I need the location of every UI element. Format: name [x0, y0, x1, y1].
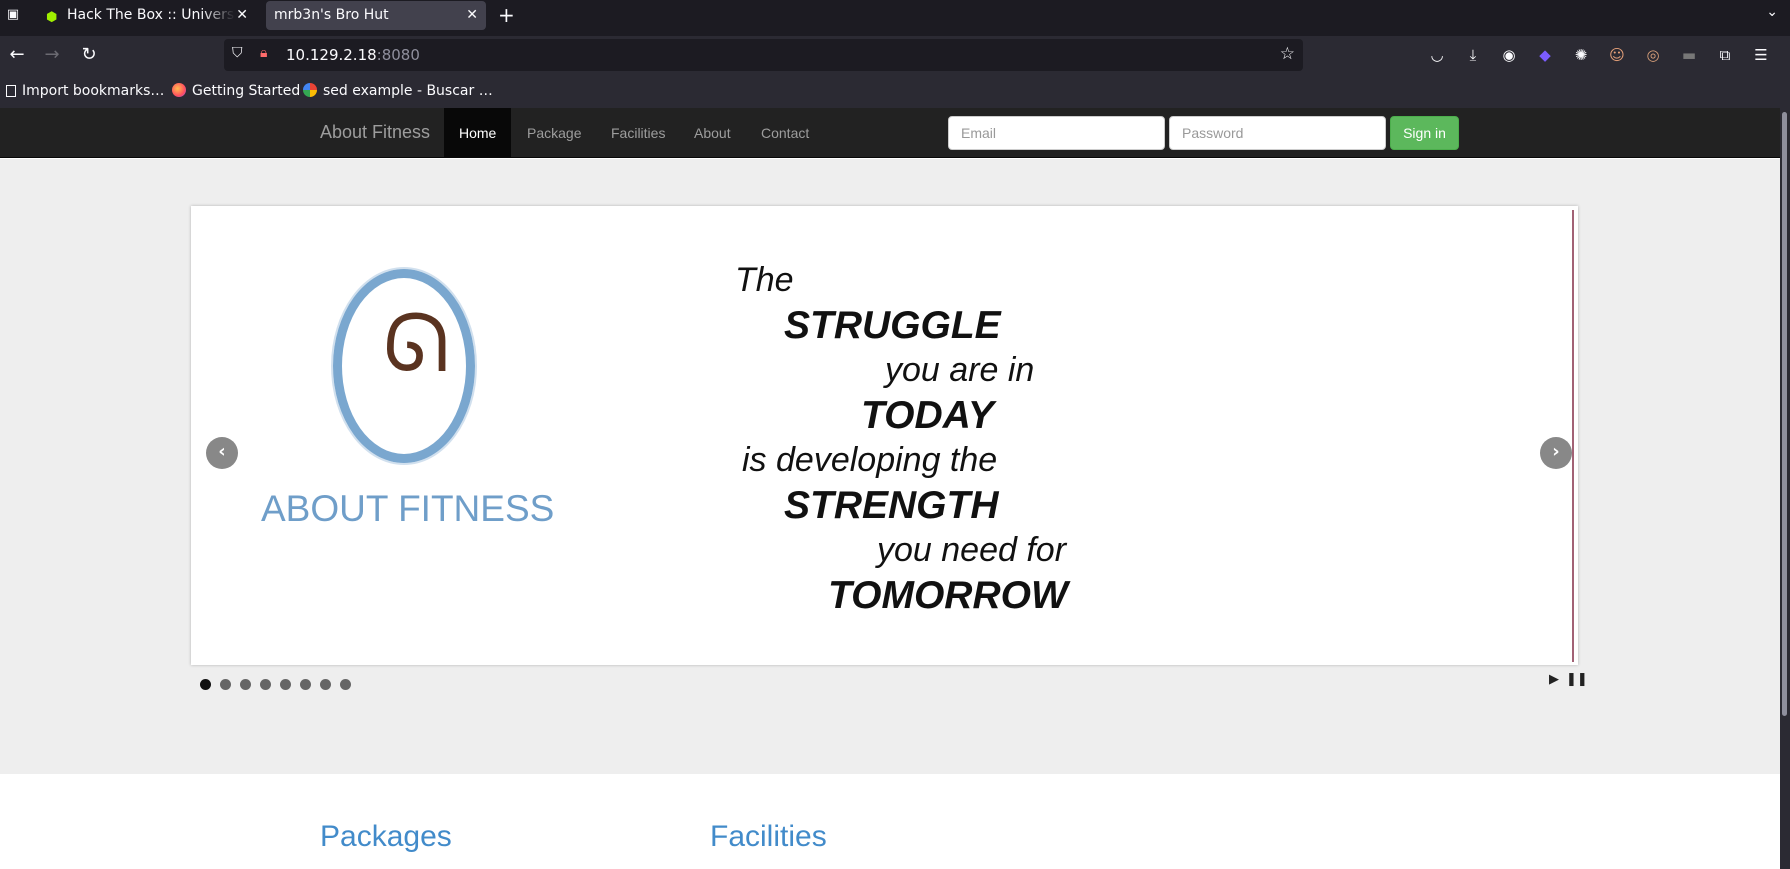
site-brand[interactable]: About Fitness — [320, 122, 430, 143]
tab-title: Hack The Box :: Universities — [67, 7, 235, 23]
carousel-next-icon[interactable]: › — [1540, 437, 1572, 469]
bookmarks-toolbar: Import bookmarks… Getting Started sed ex… — [0, 76, 1790, 108]
extension-hat-icon[interactable]: ▬ — [1679, 45, 1699, 65]
google-icon — [303, 83, 317, 97]
carousel-indicators — [200, 675, 360, 690]
bookmark-getting-started[interactable]: Getting Started — [172, 83, 300, 99]
quote-line: TODAY — [861, 394, 994, 437]
page-viewport: About Fitness Home Package Facilities Ab… — [0, 108, 1780, 869]
bookmark-sed-example[interactable]: sed example - Buscar … — [303, 83, 493, 99]
bookmark-label: sed example - Buscar … — [323, 83, 493, 99]
account-icon[interactable]: ◉ — [1499, 45, 1519, 65]
quote-line: STRENGTH — [784, 484, 999, 527]
close-tab-icon[interactable]: ✕ — [466, 1, 478, 30]
reload-icon[interactable]: ↻ — [77, 44, 101, 65]
tab-title: mrb3n's Bro Hut — [274, 7, 389, 23]
site-navbar: About Fitness Home Package Facilities Ab… — [0, 108, 1780, 158]
quote-line: STRUGGLE — [784, 304, 1001, 347]
password-input[interactable] — [1169, 116, 1386, 150]
facilities-heading: Facilities — [710, 820, 827, 853]
close-tab-icon[interactable]: ✕ — [236, 1, 248, 30]
cookie-icon[interactable]: ✺ — [1571, 45, 1591, 65]
menu-package[interactable]: Package — [512, 108, 596, 158]
menu-facilities[interactable]: Facilities — [596, 108, 680, 158]
signin-button[interactable]: Sign in — [1390, 116, 1459, 150]
carousel-dot[interactable] — [260, 679, 271, 690]
tab-hack-the-box[interactable]: ⬢ Hack The Box :: Universities ✕ — [38, 1, 256, 30]
insecure-lock-icon[interactable]: 🔒︎ — [260, 45, 267, 61]
tab-bro-hut[interactable]: mrb3n's Bro Hut ✕ — [266, 1, 486, 30]
menu-about[interactable]: About — [679, 108, 746, 158]
carousel-dot[interactable] — [240, 679, 251, 690]
new-tab-icon[interactable]: + — [498, 3, 515, 27]
download-icon[interactable]: ⤓ — [1463, 45, 1483, 65]
yoga-figure-icon: ᘏ — [383, 297, 450, 390]
carousel-prev-icon[interactable]: ‹ — [206, 437, 238, 469]
carousel-dot[interactable] — [220, 679, 231, 690]
logo-text: ABOUT FITNESS — [261, 488, 555, 529]
url-bar[interactable]: ⛉ 🔒︎ 10.129.2.18:8080 ☆ — [224, 39, 1303, 71]
import-icon — [6, 85, 16, 97]
shield-icon[interactable]: ⛉ — [232, 45, 243, 61]
pause-icon[interactable]: ❚❚ — [1566, 672, 1588, 687]
carousel-dot[interactable] — [280, 679, 291, 690]
menu-hamburger-icon[interactable]: ☰ — [1751, 45, 1771, 65]
bookmark-label: Getting Started — [192, 83, 301, 99]
hero-section: ᘏ ABOUT FITNESS The STRUGGLE you are in … — [0, 159, 1780, 774]
quote-line: you need for — [877, 531, 1067, 569]
extension-glasses-icon[interactable]: ◎ — [1643, 45, 1663, 65]
firefox-icon — [172, 83, 186, 97]
menu-home[interactable]: Home — [444, 108, 512, 158]
page-scrollbar[interactable] — [1780, 108, 1790, 869]
menu-contact[interactable]: Contact — [746, 108, 824, 158]
quote-line: TOMORROW — [828, 574, 1068, 617]
quote-line: is developing the — [742, 441, 998, 479]
back-arrow-icon[interactable]: ← — [5, 44, 29, 65]
email-input[interactable] — [948, 116, 1165, 150]
forward-arrow-icon[interactable]: → — [40, 44, 64, 65]
carousel-dot[interactable] — [320, 679, 331, 690]
bookmark-import[interactable]: Import bookmarks… — [6, 83, 164, 99]
tab-bar: ▣ ⬢ Hack The Box :: Universities ✕ mrb3n'… — [0, 0, 1790, 30]
slide-edge — [1572, 210, 1574, 662]
quote-line: you are in — [885, 351, 1035, 389]
scrollbar-thumb[interactable] — [1782, 112, 1787, 716]
quote-line: The — [735, 261, 794, 299]
info-section: Packages Facilities — [0, 774, 1780, 869]
tab-list-icon[interactable]: ▣ — [4, 6, 22, 24]
packages-heading: Packages — [320, 820, 452, 853]
chevron-down-icon[interactable]: ⌄ — [1766, 4, 1778, 20]
carousel-slide: ᘏ ABOUT FITNESS The STRUGGLE you are in … — [191, 206, 1578, 665]
play-icon[interactable]: ▶ — [1549, 672, 1559, 687]
carousel-dot[interactable] — [340, 679, 351, 690]
carousel-dot[interactable] — [300, 679, 311, 690]
carousel-dot[interactable] — [200, 679, 211, 690]
url-text[interactable]: 10.129.2.18:8080 — [286, 46, 420, 64]
navigation-toolbar: ← → ↻ ⛉ 🔒︎ 10.129.2.18:8080 ☆ ◡ ⤓ ◉ ◆ ✺ … — [0, 36, 1790, 76]
star-bookmark-icon[interactable]: ☆ — [1280, 44, 1295, 64]
extension-purple-icon[interactable]: ◆ — [1535, 45, 1555, 65]
bookmark-label: Import bookmarks… — [22, 83, 165, 99]
extension-face-icon[interactable]: ☺ — [1607, 45, 1627, 65]
pocket-icon[interactable]: ◡ — [1427, 45, 1447, 65]
hackthebox-cube-icon: ⬢ — [46, 10, 58, 25]
extensions-puzzle-icon[interactable]: ⧉ — [1715, 45, 1735, 65]
